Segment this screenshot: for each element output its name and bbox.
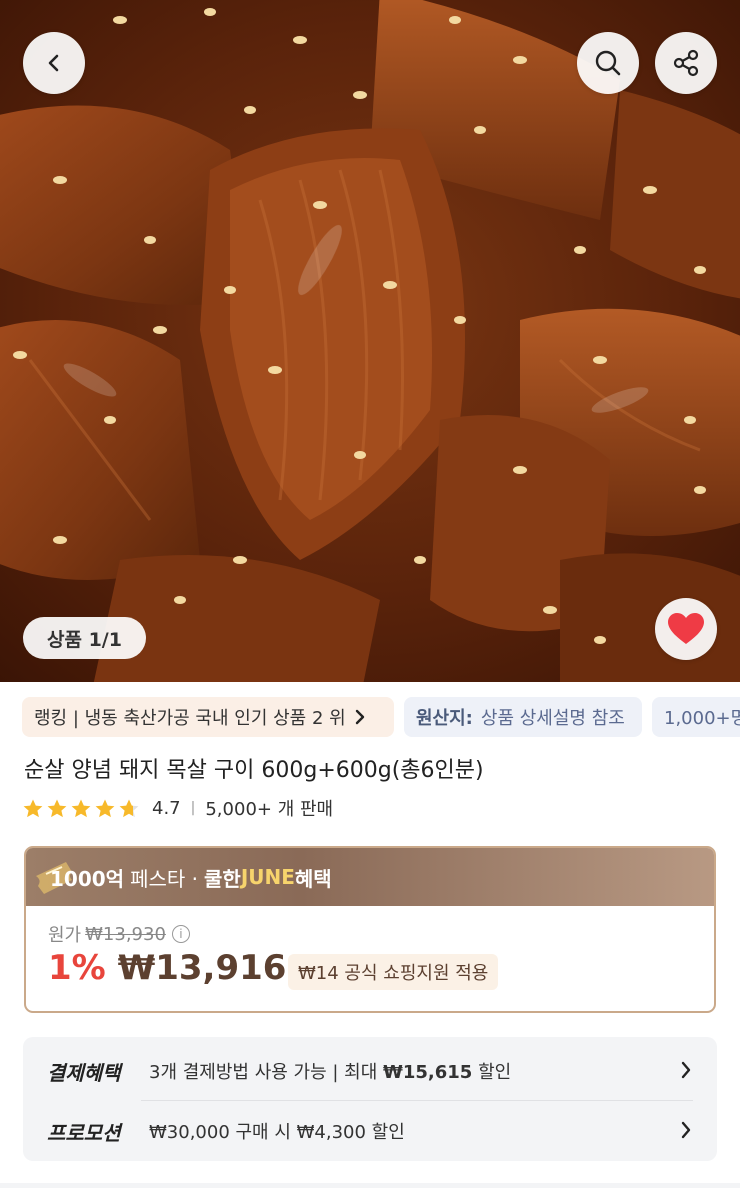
star-icon bbox=[71, 799, 91, 817]
share-icon bbox=[673, 49, 699, 77]
rating-value: 4.7 bbox=[152, 797, 181, 819]
payment-benefit-row[interactable]: 결제혜택 3개 결제방법 사용 가능 | 최대 ₩15,615 할인 bbox=[47, 1051, 693, 1091]
origin-chip-label: 원산지: bbox=[416, 708, 473, 729]
shopping-support-badge: ₩14 공식 쇼핑지원 적용 bbox=[288, 954, 499, 990]
product-title: 순살 양념 돼지 목살 구이 600g+600g(총6인분) bbox=[24, 758, 484, 783]
star-icon bbox=[119, 799, 139, 817]
sales-count: 5,000+ 개 판매 bbox=[205, 799, 334, 820]
promotion-row[interactable]: 프로모션 ₩30,000 구매 시 ₩4,300 할인 bbox=[47, 1111, 693, 1151]
product-hero-image[interactable]: 상품 1/1 bbox=[0, 0, 740, 682]
benefits-divider bbox=[141, 1100, 693, 1101]
payment-benefit-prefix: 3개 결제방법 사용 가능 | 최대 bbox=[149, 1062, 384, 1083]
promo-banner-benefit: 혜택 bbox=[294, 866, 332, 891]
info-icon[interactable]: i bbox=[171, 925, 190, 943]
promotion-text: ₩30,000 구매 시 ₩4,300 할인 bbox=[149, 1122, 405, 1143]
promotion-label: 프로모션 bbox=[47, 1120, 121, 1145]
original-price-row: 원가 ₩13,930 i bbox=[48, 921, 190, 947]
rating-row[interactable]: 4.7 | 5,000+ 개 판매 bbox=[22, 795, 333, 821]
ranking-chip-label: 랭킹 | 냉동 축산가공 국내 인기 상품 2 위 bbox=[34, 708, 346, 729]
rating-separator: | bbox=[190, 800, 196, 816]
search-icon bbox=[595, 50, 621, 76]
payment-benefit-max: ₩15,615 bbox=[383, 1062, 473, 1083]
section-divider bbox=[0, 1183, 740, 1188]
chevron-right-icon bbox=[681, 1121, 691, 1139]
back-button[interactable] bbox=[23, 32, 85, 94]
original-price: ₩13,930 bbox=[85, 923, 166, 945]
chevron-left-icon bbox=[48, 54, 59, 72]
sale-price: ₩13,916 bbox=[117, 948, 287, 988]
price-card: 1000억 페스타 · 쿨한 JUNE 혜택 원가 ₩13,930 i 1% ₩… bbox=[24, 846, 716, 1013]
payment-benefit-suffix: 할인 bbox=[472, 1062, 512, 1083]
payment-benefit-label: 결제혜택 bbox=[47, 1060, 121, 1085]
origin-chip[interactable]: 원산지: 상품 상세설명 참조 bbox=[404, 697, 642, 737]
image-counter-badge: 상품 1/1 bbox=[23, 617, 146, 659]
share-button[interactable] bbox=[655, 32, 717, 94]
food-photo bbox=[0, 0, 740, 682]
info-chips-row[interactable]: 랭킹 | 냉동 축산가공 국내 인기 상품 2 위 원산지: 상품 상세설명 참… bbox=[22, 697, 740, 737]
promo-banner-june: JUNE bbox=[240, 865, 295, 889]
chevron-right-icon bbox=[681, 1061, 691, 1079]
star-icon bbox=[23, 799, 43, 817]
promo-banner-cool: 쿨한 bbox=[204, 866, 241, 891]
wishlist-button[interactable] bbox=[655, 598, 717, 660]
rating-stars bbox=[22, 798, 140, 819]
promo-banner-amount: 1000억 bbox=[50, 866, 125, 891]
search-button[interactable] bbox=[577, 32, 639, 94]
sale-price-row: 1% ₩13,916 bbox=[48, 948, 286, 988]
chevron-right-icon bbox=[355, 709, 364, 725]
original-price-label: 원가 bbox=[48, 925, 82, 946]
star-icon bbox=[95, 799, 115, 817]
buyers-count-label: 1,000+명 bbox=[664, 708, 740, 729]
heart-icon bbox=[668, 613, 704, 644]
star-icon bbox=[47, 799, 67, 817]
promo-banner-festa: 페스타 · bbox=[130, 866, 198, 891]
promo-banner[interactable]: 1000억 페스타 · 쿨한 JUNE 혜택 bbox=[26, 848, 714, 906]
payment-benefit-text: 3개 결제방법 사용 가능 | 최대 ₩15,615 할인 bbox=[149, 1058, 511, 1084]
buyers-count-chip[interactable]: 1,000+명 bbox=[652, 697, 740, 737]
benefits-panel: 결제혜택 3개 결제방법 사용 가능 | 최대 ₩15,615 할인 프로모션 … bbox=[23, 1037, 717, 1161]
origin-chip-value: 상품 상세설명 참조 bbox=[480, 708, 625, 729]
ranking-chip[interactable]: 랭킹 | 냉동 축산가공 국내 인기 상품 2 위 bbox=[22, 697, 394, 737]
discount-percent: 1% bbox=[48, 948, 106, 988]
